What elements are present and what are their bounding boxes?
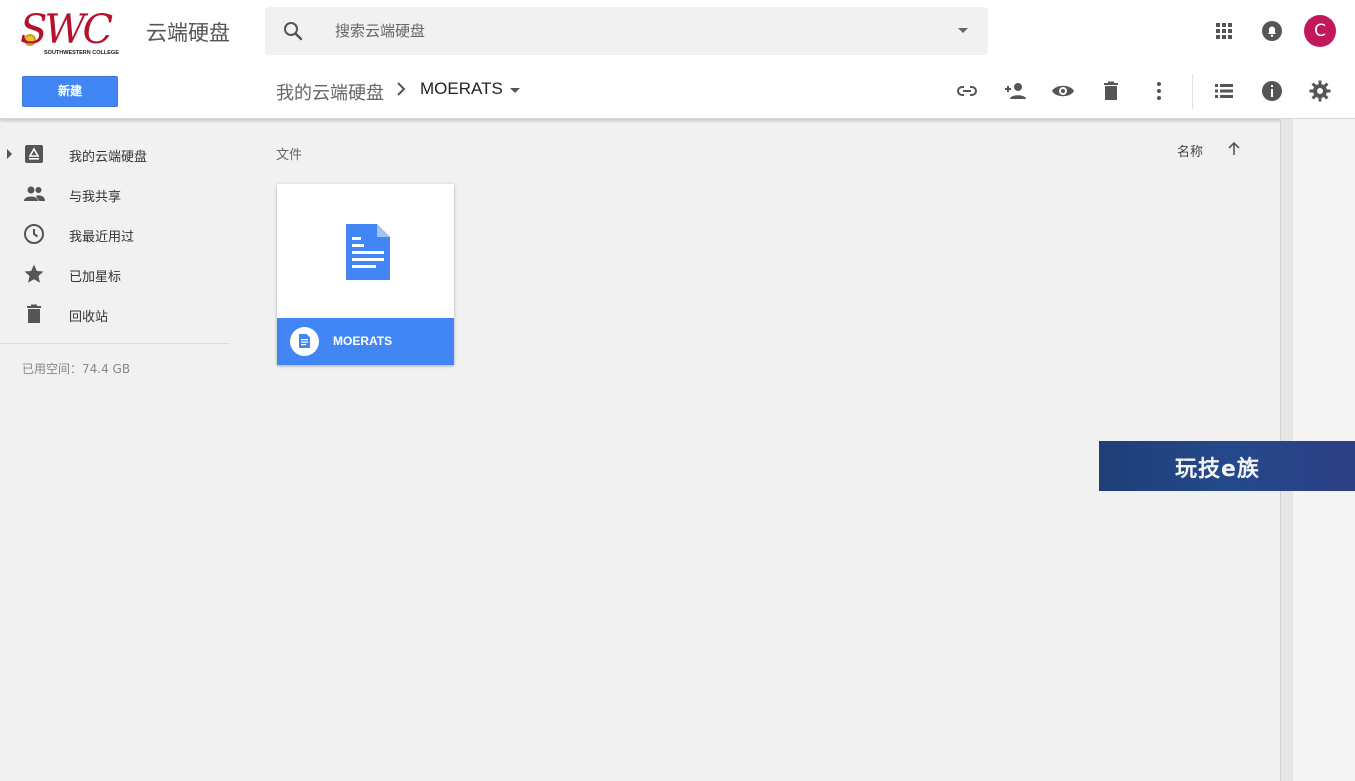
breadcrumb-dropdown-icon[interactable] [510, 88, 520, 93]
sidebar-item-label: 已加星标 [69, 270, 122, 285]
file-card[interactable]: MOERATS [277, 184, 454, 365]
files-section-title: 文件 [276, 148, 303, 163]
toolbar-divider [1192, 74, 1193, 109]
new-button[interactable]: 新建 [22, 76, 118, 107]
product-name[interactable]: 云端硬盘 [146, 17, 230, 47]
sidebar-item-label: 我的云端硬盘 [69, 150, 148, 165]
search-bar[interactable] [265, 7, 988, 55]
college-logo[interactable]: SWC SOUTHWESTERN COLLEGE [20, 8, 135, 60]
list-view-icon[interactable] [1212, 79, 1236, 103]
document-icon [299, 334, 310, 348]
settings-icon[interactable] [1308, 79, 1332, 103]
watermark-banner: 玩技e族 [1099, 441, 1355, 491]
file-thumbnail[interactable] [277, 184, 454, 318]
search-options-dropdown-icon[interactable] [958, 28, 968, 33]
star-icon [24, 264, 44, 283]
sidebar-item-label: 与我共享 [69, 190, 122, 205]
file-card-footer[interactable]: MOERATS [277, 318, 454, 365]
storage-usage: 已用空间：74.4 GB [22, 362, 131, 376]
top-header: SWC SOUTHWESTERN COLLEGE 云端硬盘 C [0, 0, 1355, 64]
document-icon [346, 224, 390, 280]
people-icon [24, 186, 45, 201]
sidebar-item-my-drive[interactable]: 我的云端硬盘 [0, 134, 240, 174]
expand-arrow-icon[interactable] [7, 149, 12, 159]
trash-icon[interactable] [1099, 79, 1123, 103]
drive-icon [25, 145, 43, 163]
logo-subtitle: SOUTHWESTERN COLLEGE [44, 50, 119, 56]
sidebar-item-trash[interactable]: 回收站 [0, 294, 240, 334]
eye-icon[interactable] [1051, 79, 1075, 103]
account-avatar[interactable]: C [1304, 15, 1336, 47]
sidebar-item-recent[interactable]: 我最近用过 [0, 214, 240, 254]
sidebar-item-shared[interactable]: 与我共享 [0, 174, 240, 214]
search-icon[interactable] [281, 19, 305, 43]
arrow-up-icon[interactable] [1224, 139, 1244, 159]
trash-icon [27, 304, 41, 323]
apps-icon[interactable] [1212, 19, 1236, 43]
sidebar-item-starred[interactable]: 已加星标 [0, 254, 240, 294]
watermark-text: 玩技e族 [1175, 457, 1260, 482]
chevron-right-icon [397, 82, 406, 96]
info-icon[interactable] [1260, 79, 1284, 103]
breadcrumb-root[interactable]: 我的云端硬盘 [276, 79, 384, 105]
link-icon[interactable] [955, 79, 979, 103]
file-name: MOERATS [333, 334, 393, 348]
notifications-icon[interactable] [1260, 19, 1284, 43]
more-vertical-icon[interactable] [1147, 79, 1171, 103]
sidebar-item-label: 我最近用过 [69, 230, 135, 245]
sidebar-item-label: 回收站 [69, 310, 109, 325]
action-toolbar: 新建 我的云端硬盘 MOERATS [0, 64, 1355, 119]
logo-text: SWC [20, 7, 113, 53]
sidebar-divider [0, 343, 229, 344]
file-type-badge [290, 327, 319, 356]
sort-by-name[interactable]: 名称 [1177, 141, 1203, 160]
search-input[interactable] [335, 19, 895, 43]
add-person-icon[interactable] [1003, 79, 1027, 103]
breadcrumb-current[interactable]: MOERATS [420, 79, 503, 99]
clock-icon [24, 224, 44, 244]
